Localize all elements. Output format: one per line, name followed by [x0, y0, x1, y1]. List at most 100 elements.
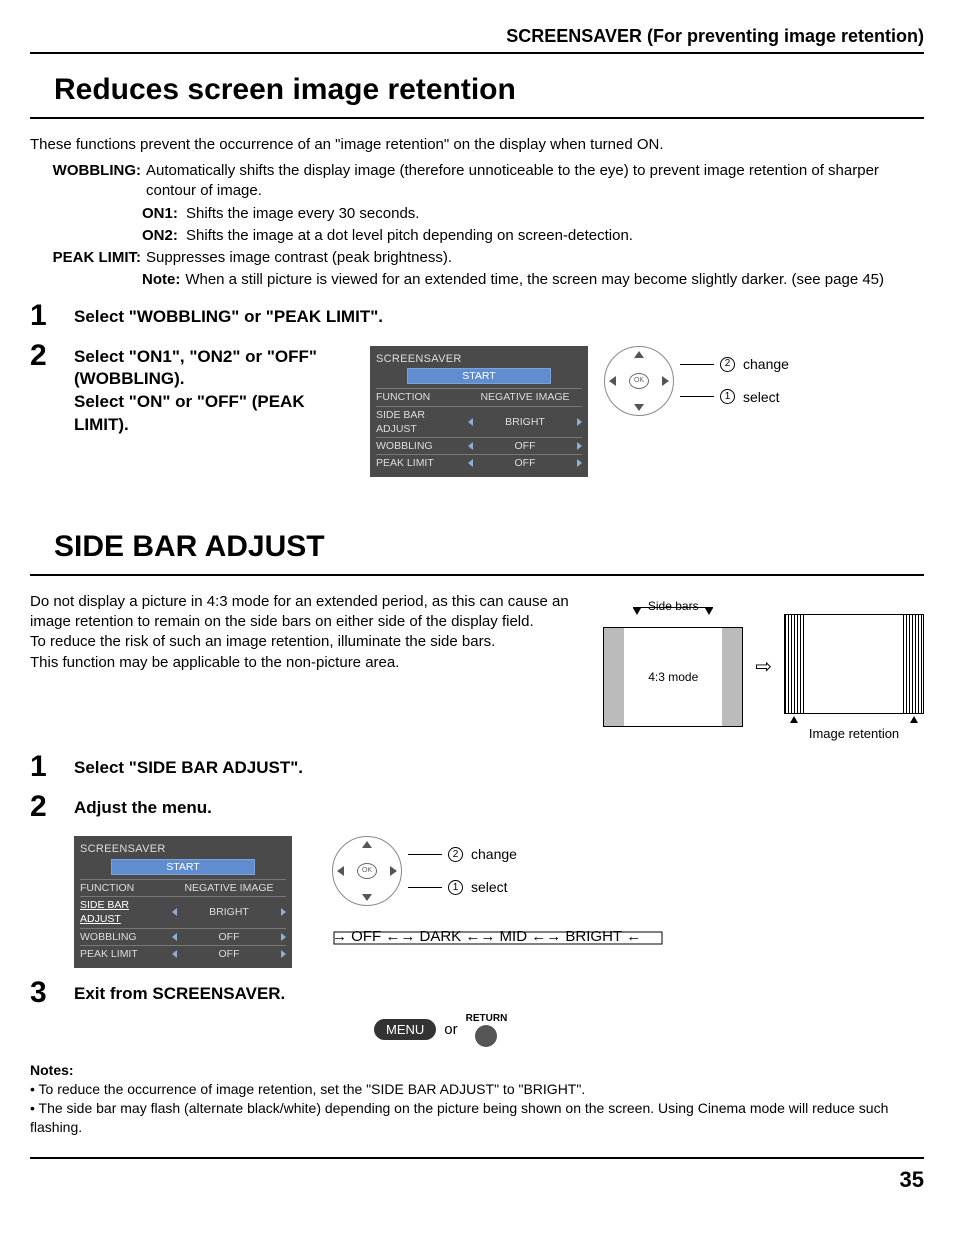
- dpad-left-icon: [337, 866, 344, 876]
- on1-label: ON1:: [142, 204, 186, 224]
- sba-step1-heading: Select "SIDE BAR ADJUST".: [74, 758, 303, 777]
- step1-heading: Select "WOBBLING" or "PEAK LIMIT".: [74, 307, 383, 326]
- down-arrow-icon: [633, 608, 641, 615]
- sidebars-label: Side bars: [648, 598, 699, 614]
- connector-line: [680, 396, 714, 397]
- sidebar-diagram: Side bars 4:3 mode ⇨: [603, 592, 924, 743]
- osmenu-row-value: BRIGHT: [172, 905, 286, 919]
- osmenu-row-label: SIDE BAR ADJUST: [80, 898, 172, 926]
- dpad: OK: [332, 836, 402, 906]
- osmenu-row-label: PEAK LIMIT: [80, 947, 172, 961]
- osmenu-row: WOBBLINGOFF: [80, 928, 286, 945]
- osmenu-row-value: OFF: [468, 456, 582, 470]
- flow-bright: BRIGHT: [565, 927, 622, 947]
- dpad-down-icon: [634, 404, 644, 411]
- step-number: 3: [30, 978, 74, 1008]
- dpad-diagram: OK 2 change 1 select: [604, 346, 789, 416]
- peak-def: PEAK LIMIT: Suppresses image contrast (p…: [30, 248, 924, 268]
- section2-step2: 2 Adjust the menu. SCREENSAVERSTARTFUNCT…: [30, 792, 924, 968]
- notes-heading: Notes:: [30, 1061, 924, 1080]
- on1-row: ON1: Shifts the image every 30 seconds.: [30, 204, 924, 224]
- screensaver-menu: SCREENSAVERSTARTFUNCTIONNEGATIVE IMAGESI…: [370, 346, 588, 478]
- osmenu-row-label: FUNCTION: [376, 390, 468, 404]
- osmenu-row: SIDE BAR ADJUSTBRIGHT: [376, 406, 582, 437]
- section2-step1: 1 Select "SIDE BAR ADJUST".: [30, 752, 924, 782]
- rule: [30, 574, 924, 576]
- on2-label: ON2:: [142, 226, 186, 246]
- dpad-change-label: change: [743, 355, 789, 374]
- flow-off: OFF: [351, 927, 381, 947]
- section1-title: Reduces screen image retention: [54, 70, 924, 111]
- on2-desc: Shifts the image at a dot level pitch de…: [186, 226, 633, 246]
- dpad-ok: OK: [629, 373, 649, 389]
- flow-mid: MID: [500, 927, 528, 947]
- note-desc: When a still picture is viewed for an ex…: [185, 270, 884, 290]
- down-arrow-icon: [705, 608, 713, 615]
- flow-dark: DARK: [420, 927, 462, 947]
- step-number: 1: [30, 752, 74, 782]
- wobbling-def: WOBBLING: Automatically shifts the displ…: [30, 161, 924, 202]
- osmenu-row: FUNCTIONNEGATIVE IMAGE: [376, 388, 582, 405]
- sba-step2-heading: Adjust the menu.: [74, 798, 212, 817]
- dpad-select-label: select: [743, 388, 780, 407]
- dpad-up-icon: [634, 351, 644, 358]
- return-circle-icon: [475, 1025, 497, 1047]
- page-number: 35: [30, 1157, 924, 1195]
- osmenu-row-label: SIDE BAR ADJUST: [376, 408, 468, 436]
- intro-text: These functions prevent the occurrence o…: [30, 135, 924, 155]
- tv-43-diagram: 4:3 mode: [603, 627, 743, 727]
- osmenu-row: FUNCTIONNEGATIVE IMAGE: [80, 879, 286, 896]
- wobbling-label: WOBBLING:: [48, 161, 146, 202]
- up-arrow-icon: [790, 716, 798, 723]
- dpad-diagram-2: OK 2 change 1 select: [332, 836, 672, 906]
- on1-desc: Shifts the image every 30 seconds.: [186, 204, 419, 224]
- sba-step3-heading: Exit from SCREENSAVER.: [74, 984, 285, 1003]
- on2-row: ON2: Shifts the image at a dot level pit…: [30, 226, 924, 246]
- circled-1-icon: 1: [448, 880, 463, 895]
- connector-line: [408, 854, 442, 855]
- step2a-heading: Select "ON1", "ON2" or "OFF" (WOBBLING).: [74, 346, 354, 392]
- header-title: SCREENSAVER (For preventing image retent…: [30, 24, 924, 54]
- osmenu-start: START: [407, 368, 551, 384]
- osmenu-start: START: [111, 859, 255, 875]
- rule: [30, 117, 924, 119]
- note-1: • To reduce the occurrence of image rete…: [30, 1080, 924, 1099]
- tv-retention-diagram: [784, 614, 924, 714]
- return-label: RETURN: [466, 1012, 508, 1026]
- section2-p3: This function may be applicable to the n…: [30, 653, 585, 673]
- menu-button[interactable]: MENU: [374, 1019, 436, 1041]
- osmenu-row-label: FUNCTION: [80, 881, 172, 895]
- dpad-up-icon: [362, 841, 372, 848]
- return-button[interactable]: RETURN: [466, 1012, 508, 1048]
- connector-line: [408, 887, 442, 888]
- osmenu-row-label: PEAK LIMIT: [376, 456, 468, 470]
- notes-block: Notes: • To reduce the occurrence of ima…: [30, 1061, 924, 1137]
- section1-step2: 2 Select "ON1", "ON2" or "OFF" (WOBBLING…: [30, 341, 924, 478]
- osmenu-row-value: OFF: [468, 439, 582, 453]
- section2-p1: Do not display a picture in 4:3 mode for…: [30, 592, 585, 633]
- dpad-left-icon: [609, 376, 616, 386]
- osmenu-row: PEAK LIMITOFF: [80, 945, 286, 962]
- dpad: OK: [604, 346, 674, 416]
- osmenu-title: SCREENSAVER: [376, 352, 582, 367]
- osmenu-row-label: WOBBLING: [376, 439, 468, 453]
- up-arrow-icon: [910, 716, 918, 723]
- dpad-select-label: select: [471, 878, 508, 897]
- dpad-ok: OK: [357, 863, 377, 879]
- dpad-down-icon: [362, 894, 372, 901]
- step-number: 2: [30, 341, 74, 371]
- wobbling-desc: Automatically shifts the display image (…: [146, 161, 924, 202]
- step-number: 1: [30, 301, 74, 331]
- step-number: 2: [30, 792, 74, 822]
- connector-line: [680, 364, 714, 365]
- section2-title: SIDE BAR ADJUST: [54, 527, 924, 568]
- osmenu-row-value: OFF: [172, 930, 286, 944]
- osmenu-row-value: BRIGHT: [468, 415, 582, 429]
- arrow-right-icon: ⇨: [755, 654, 772, 681]
- osmenu-row-value: OFF: [172, 947, 286, 961]
- osmenu-row: PEAK LIMITOFF: [376, 454, 582, 471]
- circled-1-icon: 1: [720, 389, 735, 404]
- or-text: or: [444, 1020, 457, 1040]
- circled-2-icon: 2: [720, 357, 735, 372]
- osmenu-row-label: WOBBLING: [80, 930, 172, 944]
